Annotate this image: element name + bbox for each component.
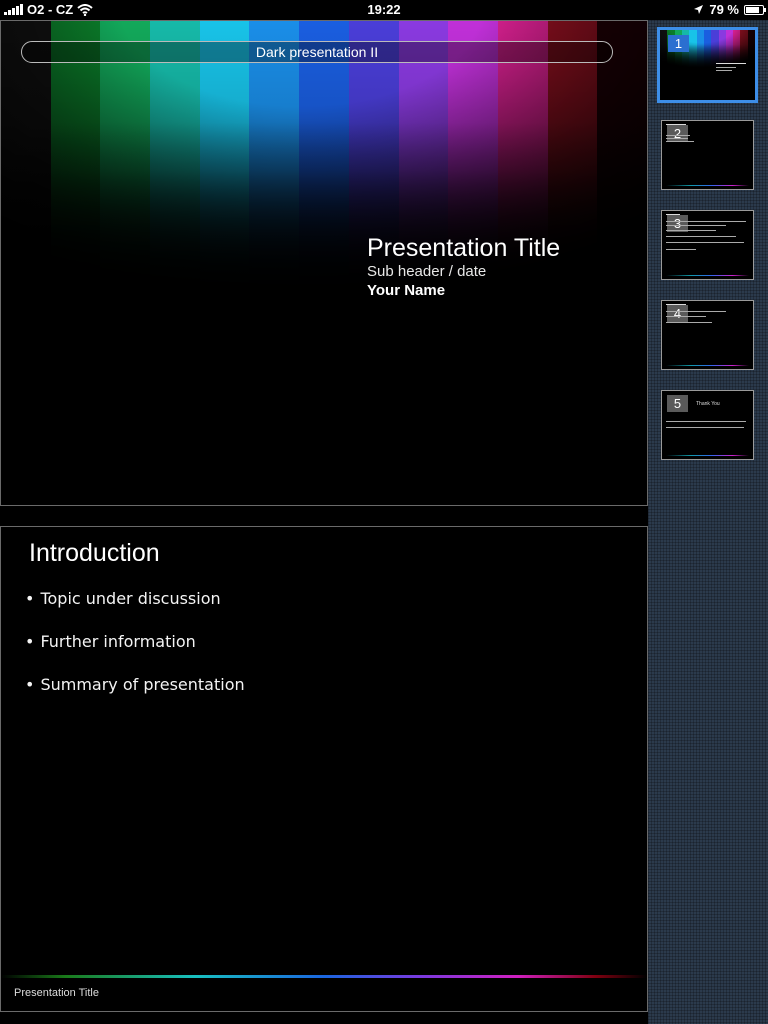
thumbnail-caption: Thank You <box>696 401 720 407</box>
battery-icon <box>744 4 766 15</box>
thumbnail-number: 2 <box>667 125 688 142</box>
thumbnail-number: 1 <box>668 35 689 52</box>
thumbnail-number: 5 <box>667 395 688 412</box>
list-item[interactable]: Topic under discussion <box>25 589 245 632</box>
list-item[interactable]: Summary of presentation <box>25 675 244 718</box>
battery-percent: 79 % <box>709 2 739 17</box>
slide-title[interactable]: Introduction <box>29 539 160 568</box>
title-block[interactable]: Presentation Title Sub header / date You… <box>367 233 560 300</box>
battery-level <box>746 6 759 13</box>
thumbnail-number: 4 <box>667 305 688 322</box>
slide-navigator[interactable]: 1 2 3 4 5 Thank You <box>648 20 768 1024</box>
slide-thumbnail-2[interactable]: 2 <box>661 120 754 190</box>
location-arrow-icon <box>694 5 704 14</box>
sub-header[interactable]: Sub header / date <box>367 263 560 281</box>
author-name[interactable]: Your Name <box>367 281 560 300</box>
slide-banner: Dark presentation II <box>21 41 613 63</box>
slide-thumbnail-5[interactable]: 5 Thank You <box>661 390 754 460</box>
list-item[interactable]: Further information <box>25 632 245 675</box>
spectrum-divider <box>1 975 647 978</box>
slide-footer: Presentation Title <box>14 987 99 999</box>
slide-2[interactable]: Introduction Topic under discussion Furt… <box>0 526 648 1012</box>
presentation-title[interactable]: Presentation Title <box>367 233 560 263</box>
status-bar: O2 - CZ 19:22 79 % <box>0 0 768 20</box>
clock: 19:22 <box>367 2 401 17</box>
bullet-list[interactable]: Topic under discussion Further informati… <box>25 589 245 718</box>
slide-1[interactable]: Dark presentation II Presentation Title … <box>0 20 648 506</box>
slide-canvas[interactable]: Dark presentation II Presentation Title … <box>0 20 648 1024</box>
slide-thumbnail-3[interactable]: 3 <box>661 210 754 280</box>
slide-thumbnail-1[interactable]: 1 <box>657 27 758 103</box>
slide-thumbnail-4[interactable]: 4 <box>661 300 754 370</box>
